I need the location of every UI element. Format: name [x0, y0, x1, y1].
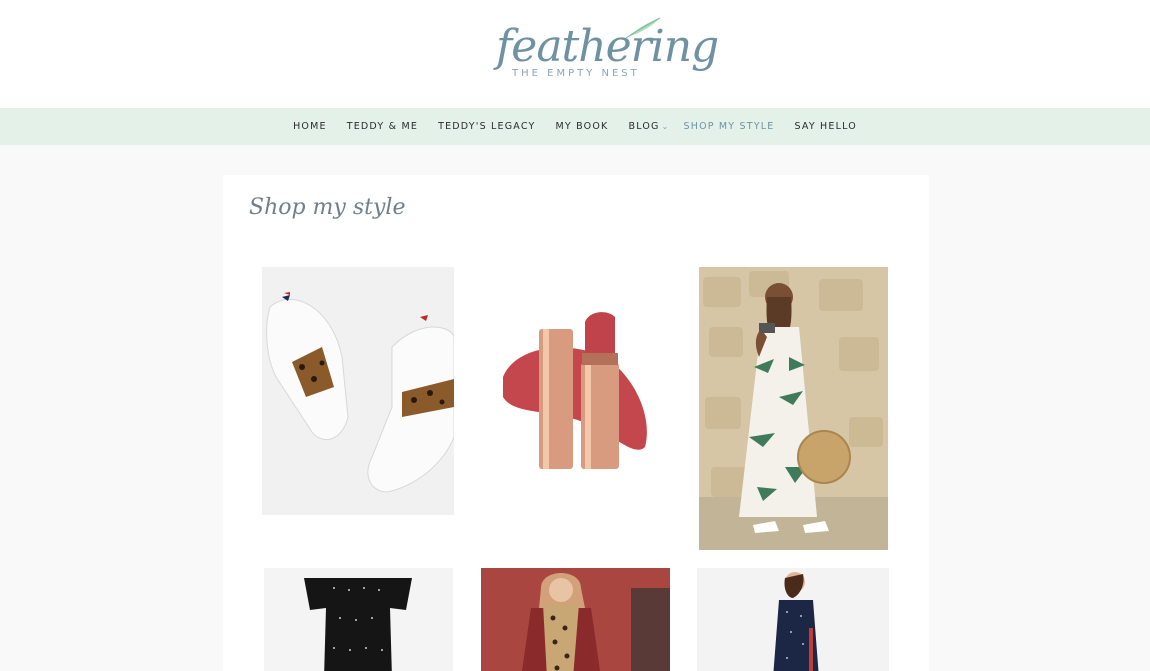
sneakers-image	[262, 267, 454, 515]
logo-wordmark: feathering	[496, 21, 719, 72]
logo-tagline: THE EMPTY NEST	[512, 68, 640, 79]
nav-item-label: HOME	[293, 121, 327, 132]
nav-item-shop-my-style[interactable]: SHOP MY STYLE	[674, 121, 785, 132]
leopard-scarf-image	[481, 568, 670, 671]
palm-dress-image	[699, 267, 888, 550]
nav-item-say-hello[interactable]: SAY HELLO	[784, 121, 866, 132]
nav-item-teddys-legacy[interactable]: TEDDY'S LEGACY	[428, 121, 545, 132]
black-dress-image	[264, 568, 453, 671]
product-sneakers[interactable]	[262, 267, 454, 515]
main-content: Shop my style	[223, 175, 929, 671]
nav-item-teddy-and-me[interactable]: TEDDY & ME	[337, 121, 428, 132]
feather-icon	[625, 17, 661, 39]
navy-dress-image	[697, 568, 889, 671]
product-black-dress[interactable]	[264, 568, 453, 671]
nav-item-label: TEDDY & ME	[346, 121, 419, 132]
chevron-down-icon: ⌄	[661, 122, 670, 131]
product-leopard-scarf[interactable]	[481, 568, 670, 671]
main-navigation: HOME TEDDY & ME TEDDY'S LEGACY MY BOOK B…	[0, 108, 1150, 145]
nav-item-label: MY BOOK	[555, 121, 609, 132]
nav-item-label: SAY HELLO	[794, 121, 857, 132]
page-title: Shop my style	[249, 195, 406, 220]
site-header: feathering THE EMPTY NEST	[0, 0, 1150, 108]
nav-item-label: SHOP MY STYLE	[683, 121, 775, 132]
nav-item-home[interactable]: HOME	[283, 121, 337, 132]
nav-item-label: BLOG	[628, 121, 660, 132]
product-palm-dress[interactable]	[699, 267, 888, 550]
nav-item-label: TEDDY'S LEGACY	[438, 121, 536, 132]
product-lipstick[interactable]	[485, 267, 675, 515]
nav-item-blog[interactable]: BLOG ⌄	[618, 121, 673, 132]
nav-item-my-book[interactable]: MY BOOK	[546, 121, 619, 132]
product-navy-dress[interactable]	[697, 568, 889, 671]
site-logo[interactable]: feathering THE EMPTY NEST	[490, 16, 719, 88]
lipstick-image	[485, 267, 675, 515]
